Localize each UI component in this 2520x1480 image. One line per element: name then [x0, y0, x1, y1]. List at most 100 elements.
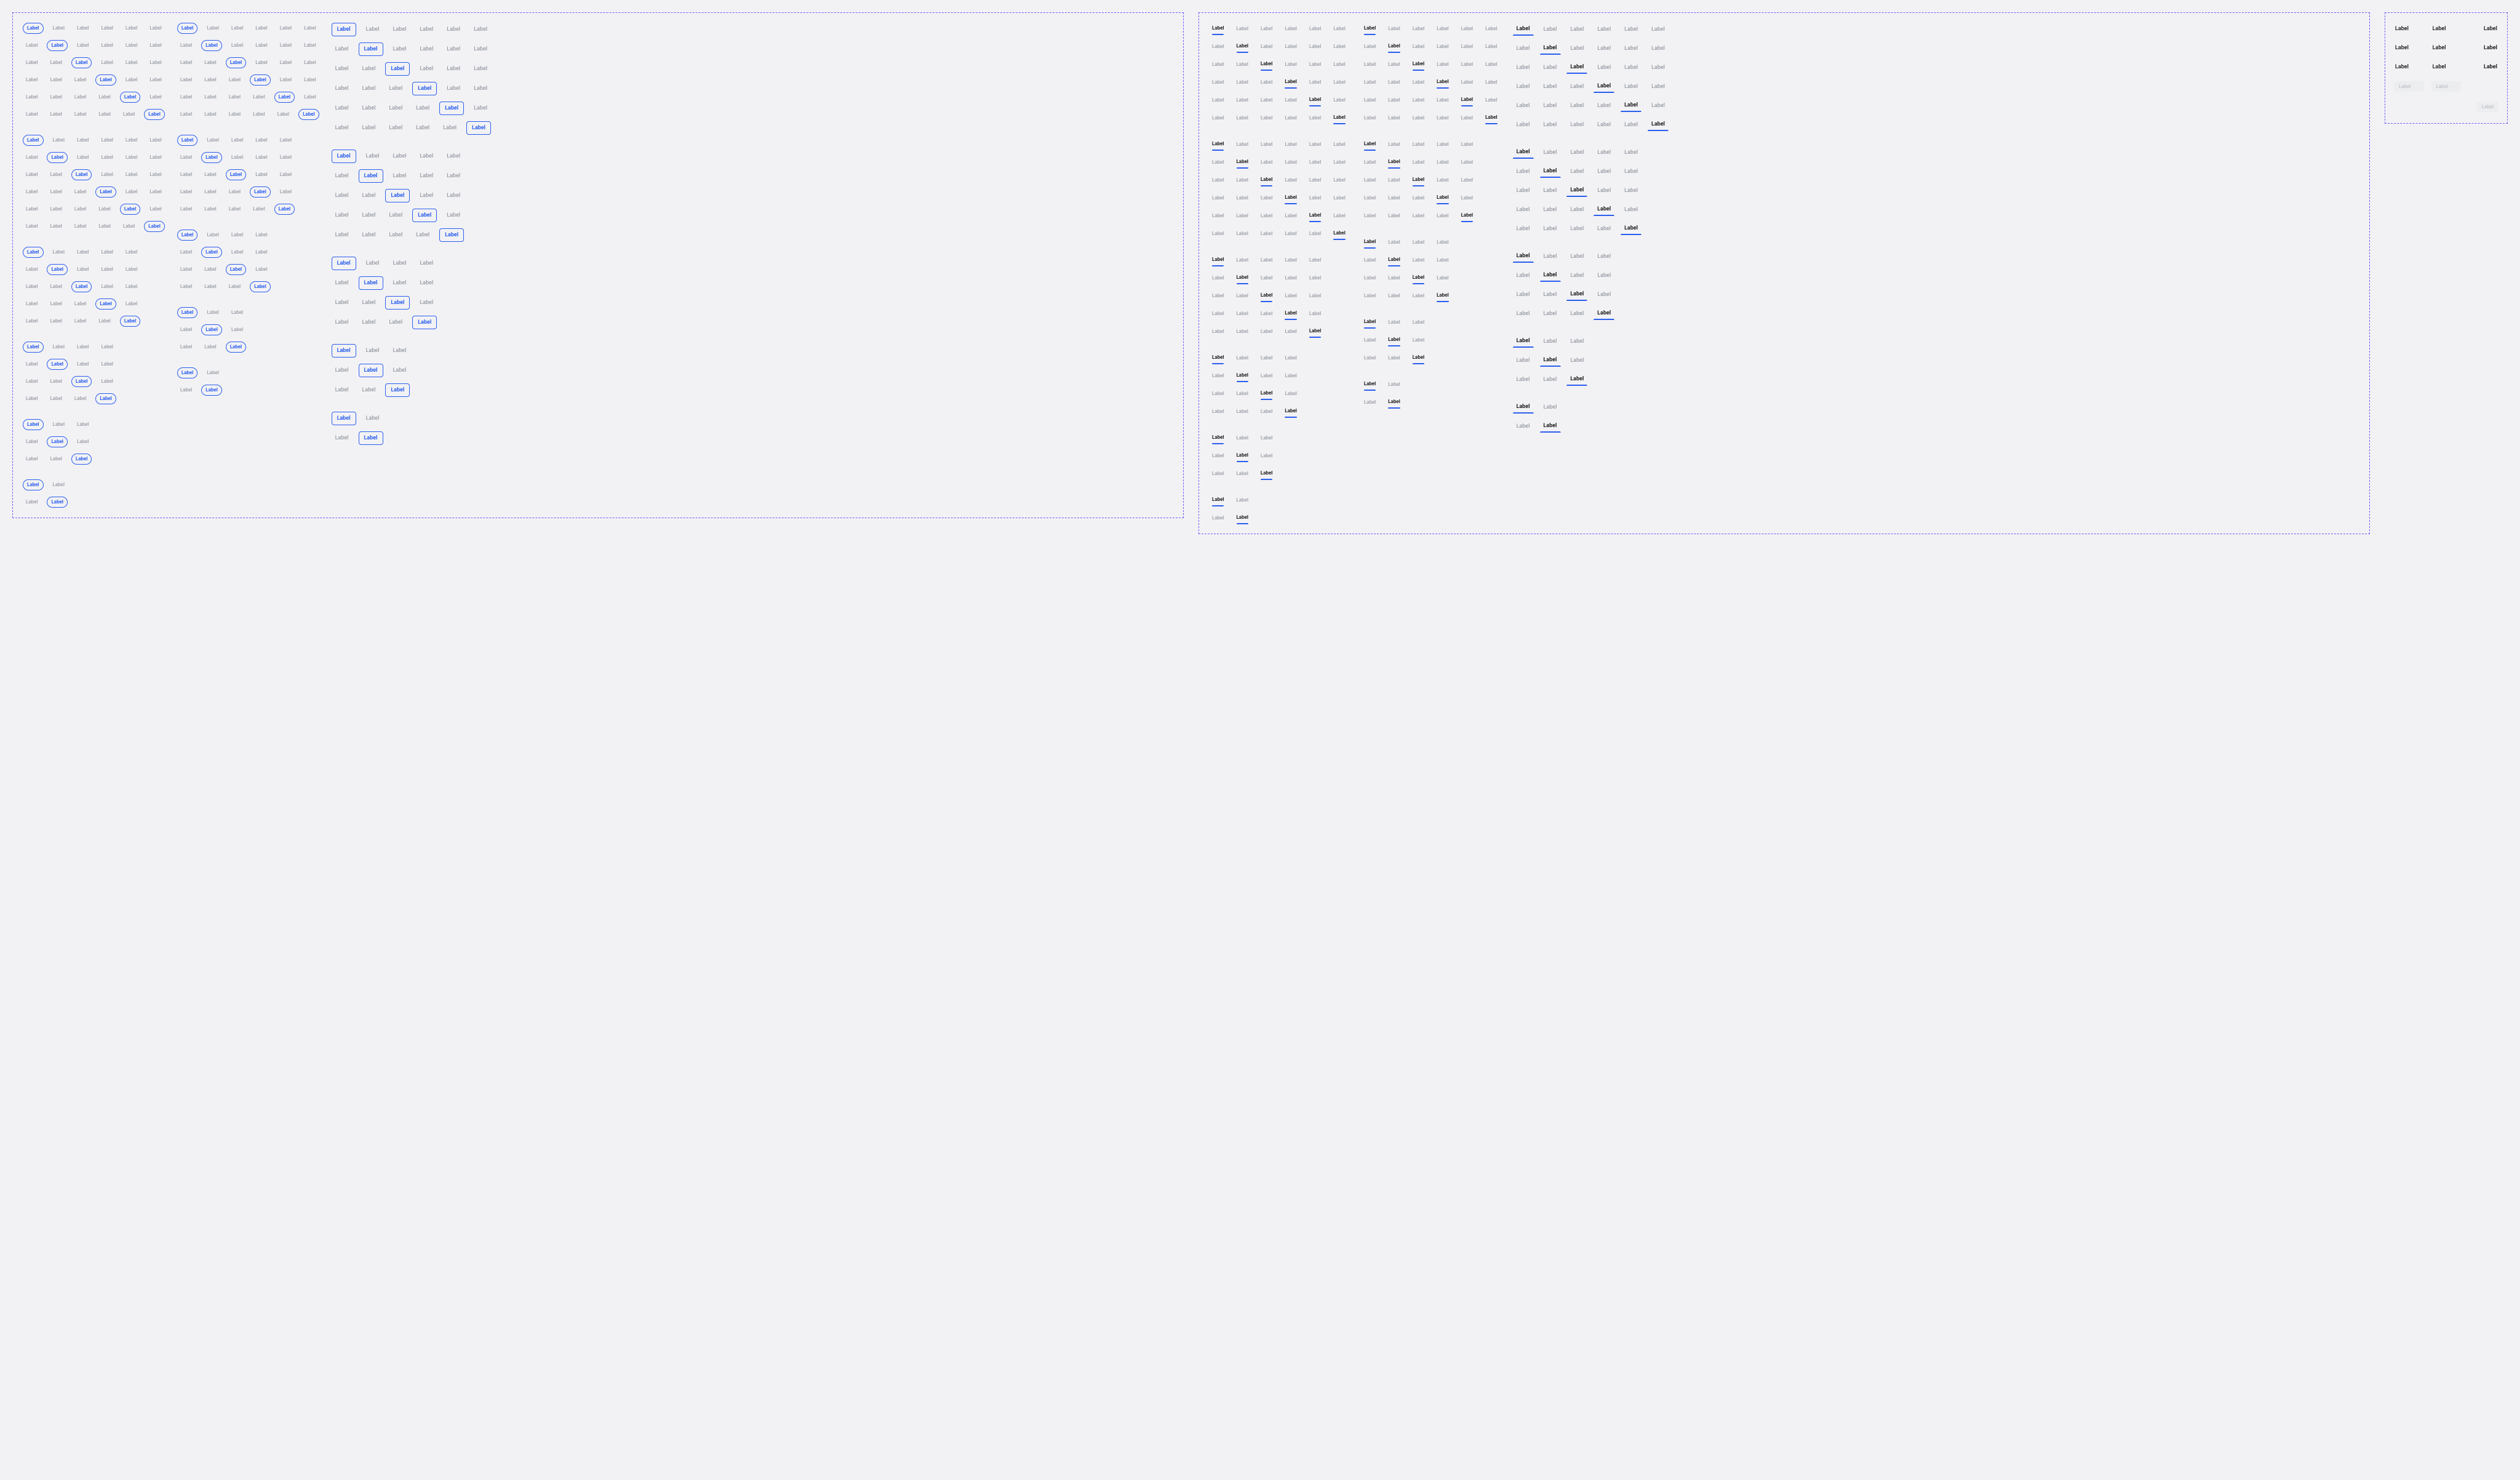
tab-selected[interactable]: Label — [1233, 370, 1251, 382]
tab[interactable]: Label — [204, 230, 221, 241]
tab[interactable]: Label — [1513, 374, 1534, 386]
tab[interactable]: Label — [1385, 193, 1403, 204]
tab[interactable]: Label — [1361, 193, 1379, 204]
tab-selected[interactable]: Label — [120, 92, 141, 103]
tab[interactable]: Label — [1282, 290, 1299, 302]
tab[interactable]: Label — [1233, 228, 1251, 239]
tab[interactable]: Label — [1433, 59, 1451, 70]
tab[interactable]: Label — [122, 23, 140, 34]
tab[interactable]: Label — [1234, 139, 1251, 150]
tab-selected[interactable]: Label — [71, 376, 92, 387]
tab[interactable]: Label — [277, 135, 295, 146]
tab[interactable]: Label — [332, 170, 353, 182]
tab-selected[interactable]: Label — [298, 109, 319, 120]
tab-selected[interactable]: Label — [71, 281, 92, 292]
tab[interactable]: Label — [23, 40, 41, 51]
tab-selected[interactable]: Label — [95, 393, 116, 404]
tab[interactable]: Label — [47, 74, 65, 86]
tab[interactable]: Label — [98, 247, 116, 258]
tab[interactable]: Label — [201, 74, 219, 86]
tab[interactable]: Label — [362, 345, 383, 357]
tab[interactable]: Label — [1513, 270, 1534, 282]
tab[interactable]: Label — [1513, 42, 1534, 55]
tab[interactable]: Label — [1258, 41, 1275, 52]
tab[interactable]: Label — [1306, 113, 1324, 124]
tab[interactable]: Label — [23, 221, 41, 232]
tab[interactable]: Label — [252, 169, 270, 180]
tab[interactable]: Label — [50, 23, 68, 34]
tab[interactable]: Label — [1593, 23, 1614, 36]
tab[interactable]: Label — [1282, 353, 1299, 364]
tab-selected[interactable]: Label — [412, 209, 437, 222]
tab[interactable]: Label — [332, 102, 353, 114]
tab-selected[interactable]: Label — [201, 324, 222, 335]
tab-selected[interactable]: Label — [71, 454, 92, 465]
tab[interactable]: Label — [228, 23, 246, 34]
tab[interactable]: Label — [332, 432, 353, 444]
tab[interactable]: Label — [470, 23, 491, 36]
tab[interactable]: Label — [443, 190, 464, 202]
tab[interactable]: Label — [228, 135, 246, 146]
tab[interactable]: Label — [1233, 113, 1251, 124]
tab[interactable]: Label — [146, 74, 164, 86]
tab[interactable]: Label — [228, 230, 246, 241]
tab-selected[interactable]: Label — [1566, 61, 1587, 74]
tab[interactable]: Label — [201, 169, 219, 180]
tab[interactable]: Label — [1361, 41, 1379, 52]
tab[interactable]: Label — [1593, 100, 1614, 112]
tab[interactable]: Label — [71, 92, 89, 103]
tab[interactable]: Label — [98, 376, 116, 387]
tab[interactable]: Label — [71, 316, 89, 327]
tab[interactable]: Label — [1282, 388, 1299, 399]
tab[interactable]: Label — [1458, 157, 1476, 168]
tab[interactable]: Label — [1209, 95, 1227, 106]
tab[interactable]: Label — [177, 169, 195, 180]
tab[interactable]: Label — [252, 57, 270, 68]
tab-selected[interactable]: Label — [1385, 334, 1403, 346]
button[interactable]: Label — [2394, 24, 2424, 33]
tab[interactable]: Label — [416, 257, 437, 270]
tab[interactable]: Label — [1410, 113, 1427, 124]
tab[interactable]: Label — [1282, 41, 1299, 52]
tab[interactable]: Label — [50, 247, 68, 258]
tab[interactable]: Label — [332, 63, 353, 75]
tab[interactable]: Label — [228, 40, 246, 51]
tab-selected[interactable]: Label — [1330, 228, 1349, 239]
tab[interactable]: Label — [226, 186, 244, 198]
tab[interactable]: Label — [250, 204, 268, 215]
tab[interactable]: Label — [95, 221, 113, 232]
tab[interactable]: Label — [146, 92, 164, 103]
tab[interactable]: Label — [252, 247, 270, 258]
tab[interactable]: Label — [1593, 223, 1614, 235]
tab[interactable]: Label — [1385, 210, 1403, 222]
tab[interactable]: Label — [416, 63, 437, 75]
tab[interactable]: Label — [1433, 95, 1451, 106]
tab-selected[interactable]: Label — [177, 135, 198, 146]
tab[interactable]: Label — [204, 135, 221, 146]
tab-selected[interactable]: Label — [1540, 42, 1561, 55]
tab[interactable]: Label — [23, 204, 41, 215]
tab[interactable]: Label — [1330, 95, 1348, 106]
tab-selected[interactable]: Label — [120, 204, 141, 215]
tab-selected[interactable]: Label — [23, 342, 44, 353]
tab[interactable]: Label — [1282, 95, 1299, 106]
tab-selected[interactable]: Label — [144, 221, 165, 232]
tab[interactable]: Label — [470, 63, 491, 75]
tab-selected[interactable]: Label — [1258, 468, 1276, 479]
tab[interactable]: Label — [439, 122, 460, 134]
tab-selected[interactable]: Label — [1513, 146, 1534, 159]
tab[interactable]: Label — [177, 324, 195, 335]
tab[interactable]: Label — [277, 152, 295, 163]
tab[interactable]: Label — [389, 43, 410, 55]
tab-selected[interactable]: Label — [95, 298, 116, 310]
tab[interactable]: Label — [122, 135, 140, 146]
tab[interactable]: Label — [74, 342, 92, 353]
tab[interactable]: Label — [23, 92, 41, 103]
tab-selected[interactable]: Label — [332, 412, 356, 425]
tab[interactable]: Label — [1513, 100, 1534, 112]
tab-selected[interactable]: Label — [177, 23, 198, 34]
tab[interactable]: Label — [1410, 41, 1427, 52]
tab-selected[interactable]: Label — [1361, 23, 1379, 34]
tab-selected[interactable]: Label — [274, 92, 295, 103]
tab-selected[interactable]: Label — [1433, 76, 1452, 88]
